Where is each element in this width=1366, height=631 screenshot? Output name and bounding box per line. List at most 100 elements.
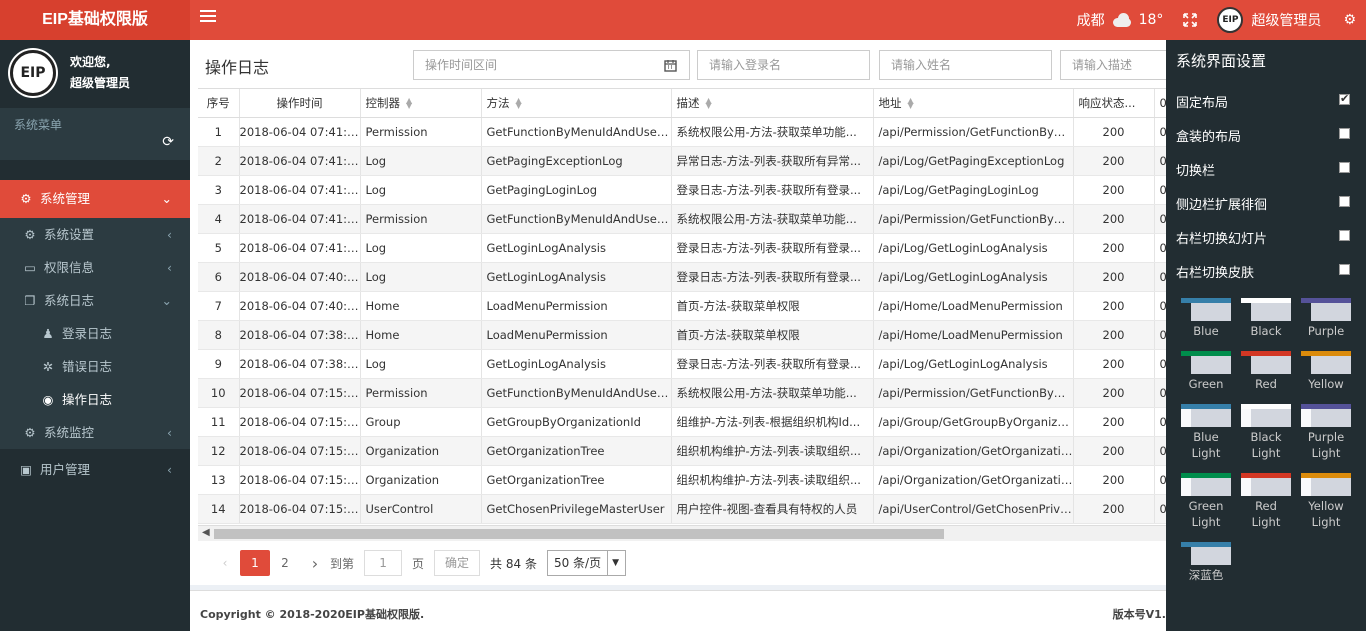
settings-option[interactable]: 固定布局 [1176,92,1356,112]
menu-section-label: 系统菜单 [14,118,63,132]
prev-page-icon[interactable]: ‹ [210,550,240,576]
checkbox[interactable] [1339,264,1350,275]
table-row[interactable]: 14 2018-06-04 07:15:06 UserControl GetChose… [198,494,1166,524]
table-cell: 1 [198,117,240,147]
sidebar-item-operation-log[interactable]: ◉ 操作日志 [0,383,190,416]
horizontal-scrollbar[interactable]: ◀ [198,525,1166,541]
column-header[interactable]: 控制器 ▲ ▼ [360,89,482,118]
skin-option[interactable]: 深蓝色 [1181,542,1231,583]
skin-option[interactable]: Black [1241,298,1291,339]
table-row[interactable]: 4 2018-06-04 07:41:06 Permission GetFunctio… [198,204,1166,234]
table-cell: 首页-方法-获取菜单权限 [671,291,874,321]
scroll-left-icon[interactable]: ◀ [202,527,210,538]
gear-icon[interactable]: ⚙ [1343,12,1356,28]
app-logo[interactable]: EIP基础权限版 [0,0,190,40]
column-header[interactable]: 方法 ▲ ▼ [481,89,672,118]
table-row[interactable]: 2 2018-06-04 07:41:45 Log GetPagingExceptio… [198,146,1166,176]
table-cell: Home [360,291,482,321]
sidebar-item-system-log[interactable]: ❐ 系统日志 ⌄ [0,284,190,317]
user-avatar[interactable]: EIP [1217,7,1244,33]
settings-option[interactable]: 右栏切换皮肤 [1176,262,1356,282]
page-size-select[interactable]: 50 条/页 ▼ [546,550,627,576]
user-name[interactable]: 超级管理员 [1251,10,1321,30]
description-input[interactable]: 请输入描述 [1060,50,1166,80]
settings-option[interactable]: 右栏切换幻灯片 [1176,228,1356,248]
sidebar-toggle-icon[interactable] [200,10,216,24]
table-row[interactable]: 8 2018-06-04 07:38:20 Home LoadMenuPermissi… [198,320,1166,350]
fullscreen-icon[interactable] [1183,13,1198,27]
column-header[interactable]: 响应状态... [1073,89,1155,118]
weather-city: 成都 [1076,13,1105,29]
sidebar-item-error-log[interactable]: ✲ 错误日志 [0,350,190,383]
skin-option[interactable]: Yellow Light [1301,473,1351,530]
name-input[interactable]: 请输入姓名 [879,50,1052,80]
sidebar-item-system-monitor[interactable]: ⚙ 系统监控 ‹ [0,416,190,449]
skin-option[interactable]: Green Light [1181,473,1231,530]
checkbox[interactable] [1339,196,1350,207]
table-cell: 2018-06-04 07:38:19 [239,349,361,379]
column-header[interactable]: 地址 ▲ ▼ [873,89,1074,118]
refresh-icon[interactable]: ⟳ [162,134,174,150]
skin-option[interactable]: Purple Light [1301,404,1351,461]
checkbox[interactable] [1339,92,1350,105]
table-cell: 2018-06-04 07:41:45 [239,117,361,147]
table-cell: 3 [198,175,240,205]
table-row[interactable]: 10 2018-06-04 07:15:23 Permission GetFuncti… [198,378,1166,408]
sidebar-item-login-log[interactable]: ♟ 登录日志 [0,317,190,350]
page-button[interactable]: 2 [270,550,300,576]
table-cell: 9 [198,349,240,379]
table-row[interactable]: 6 2018-06-04 07:40:43 Log GetLoginLogAnalys… [198,262,1166,292]
table-row[interactable]: 7 2018-06-04 07:40:41 Home LoadMenuPermissi… [198,291,1166,321]
calendar-icon[interactable] [652,50,690,80]
sidebar-item-system-settings[interactable]: ⚙ 系统设置 ‹ [0,218,190,251]
skin-option[interactable]: Blue Light [1181,404,1231,461]
table-cell: GetFunctionByMenuIdAndUserId [481,378,672,408]
settings-option[interactable]: 盒装的布局 [1176,126,1356,146]
table-row[interactable]: 13 2018-06-04 07:15:06 Organization GetOrga… [198,465,1166,495]
person-icon: ♟ [42,326,54,341]
gears-icon: ⚙ [24,425,36,440]
skin-option[interactable]: Purple [1301,298,1351,339]
skin-option[interactable]: Red Light [1241,473,1291,530]
column-header[interactable]: 0 [1154,89,1166,118]
sidebar-item-label: 用户管理 [40,462,91,477]
skin-option[interactable]: Black Light [1241,404,1291,461]
sort-icon: ▲ ▼ [705,96,712,111]
table-row[interactable]: 9 2018-06-04 07:38:19 Log GetLoginLogAnalys… [198,349,1166,379]
log-table-wrapper: 序号 操作时间 控制器▲▼ 方法▲▼ 描述▲▼ 地址▲▼ 响应状态... 0 1… [198,88,1166,525]
table-row[interactable]: 3 2018-06-04 07:41:07 Log GetPagingLoginLog… [198,175,1166,205]
settings-panel: 系统界面设置 固定布局盒装的布局切换栏侧边栏扩展徘徊右栏切换幻灯片右栏切换皮肤 … [1166,40,1366,631]
checkbox[interactable] [1339,162,1350,173]
table-cell: 0 [1154,233,1166,263]
navbar-right: 成都 18° EIP 超级管理员 ⚙ [1077,0,1366,40]
table-row[interactable]: 5 2018-06-04 07:41:06 Log GetLoginLogAnalys… [198,233,1166,263]
skin-option[interactable]: Red [1241,351,1291,392]
sidebar-item-system-management[interactable]: ⚙ 系统管理 ⌄ [0,180,190,218]
skin-option[interactable]: Green [1181,351,1231,392]
settings-option[interactable]: 切换栏 [1176,160,1356,180]
table-cell: 组织机构维护-方法-列表-读取组织... [671,436,874,466]
settings-option[interactable]: 侧边栏扩展徘徊 [1176,194,1356,214]
checkbox[interactable] [1339,230,1350,241]
table-row[interactable]: 11 2018-06-04 07:15:23 Group GetGroupByOrga… [198,407,1166,437]
scrollbar-thumb[interactable] [214,529,944,539]
column-header[interactable]: 描述 ▲ ▼ [671,89,874,118]
table-row[interactable]: 1 2018-06-04 07:41:45 Permission GetFunctio… [198,117,1166,147]
skin-option[interactable]: Yellow [1301,351,1351,392]
skin-option[interactable]: Blue [1181,298,1231,339]
table-cell: Permission [360,117,482,147]
page-button[interactable]: 1 [240,550,270,576]
goto-confirm-button[interactable]: 确定 [434,550,481,576]
table-row[interactable]: 12 2018-06-04 07:15:23 Organization GetOrga… [198,436,1166,466]
page-title: 操作日志 [205,58,270,77]
login-name-input[interactable]: 请输入登录名 [697,50,870,80]
checkbox[interactable] [1339,128,1350,139]
table-cell: 0 [1154,146,1166,176]
sidebar-item-user-management[interactable]: ▣ 用户管理 ‹ [0,453,190,487]
sidebar-item-permissions[interactable]: ▭ 权限信息 ‹ [0,251,190,284]
gear-icon: ⚙ [20,191,32,206]
next-page-icon[interactable]: › [300,550,330,576]
goto-page-input[interactable]: 1 [364,550,403,576]
time-range-input[interactable]: 操作时间区间 [413,50,653,80]
table-cell: 0 [1154,407,1166,437]
